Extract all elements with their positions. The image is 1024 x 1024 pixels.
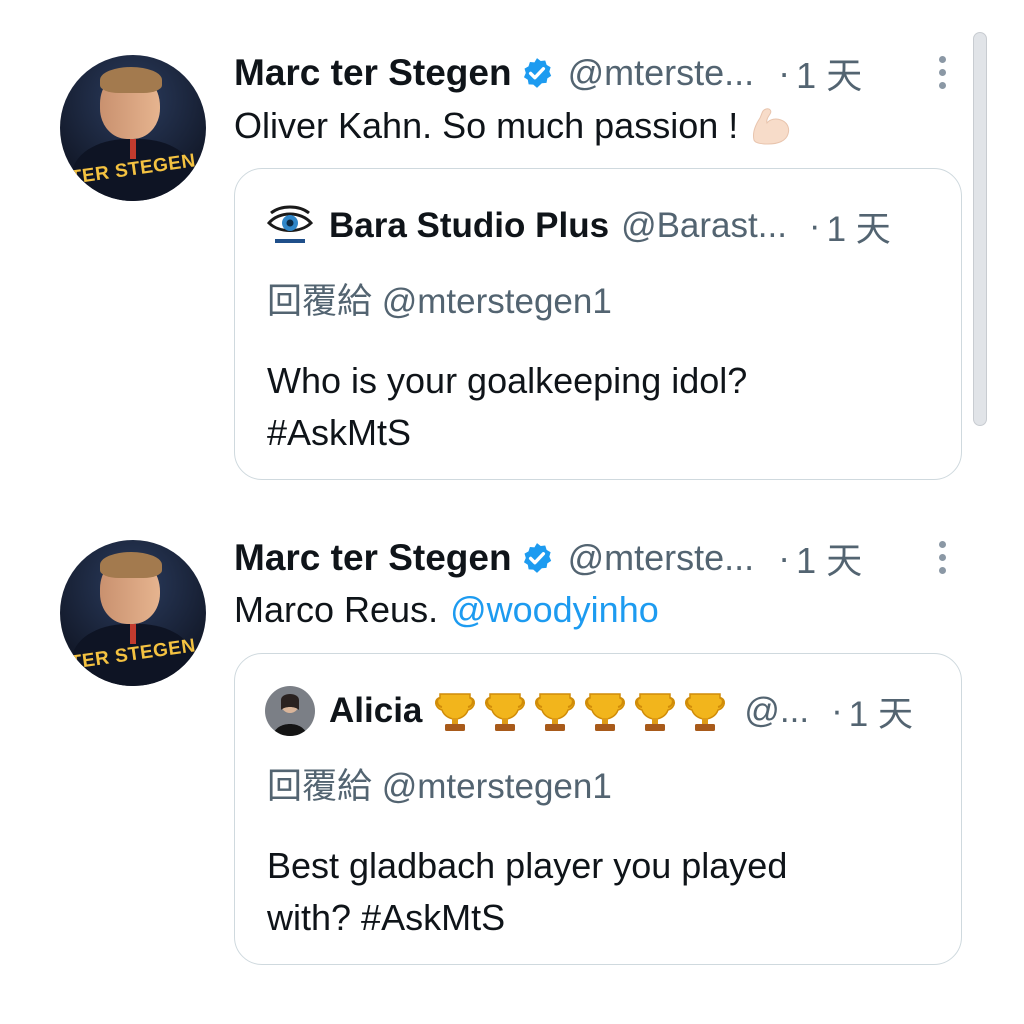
- trophy-emojis: [432, 688, 732, 734]
- author-name[interactable]: Marc ter Stegen: [234, 52, 512, 94]
- quoted-tweet-text: Best gladbach player you played with? #A…: [267, 840, 787, 944]
- separator-dot: ·: [778, 52, 791, 93]
- quoted-text-line: Best gladbach player you played: [267, 845, 788, 886]
- quoted-author-name: Bara Studio Plus: [329, 206, 610, 245]
- trophy-icon: [635, 693, 676, 731]
- author-avatar[interactable]: TER STEGEN: [60, 540, 206, 686]
- author-name[interactable]: Marc ter Stegen: [234, 537, 512, 579]
- quoted-tweet-text: Who is your goalkeeping idol? #AskMtS: [267, 355, 747, 459]
- trophy-icon: [685, 693, 726, 731]
- author-avatar[interactable]: TER STEGEN: [60, 55, 206, 201]
- trophy-icon: [485, 693, 526, 731]
- quoted-timestamp: 1 天: [826, 209, 891, 249]
- tweet-text-content: Oliver Kahn. So much passion !: [234, 105, 739, 146]
- more-options-icon[interactable]: [932, 56, 952, 96]
- verified-badge-icon: [523, 58, 551, 88]
- tweet-text: Marco Reus. @woodyinho: [234, 589, 659, 631]
- quoted-author-avatar: [265, 201, 315, 251]
- quoted-tweet-header: Bara Studio Plus @Barast... · 1 天: [265, 201, 891, 251]
- mention-link[interactable]: @woodyinho: [450, 589, 659, 631]
- flexed-biceps-emoji-icon: [753, 108, 790, 145]
- trophy-icon: [535, 693, 576, 731]
- tweet-header: Marc ter Stegen @mterste... · 1 天: [234, 535, 862, 581]
- tweet-text: Oliver Kahn. So much passion !: [234, 104, 792, 148]
- quoted-author-name: Alicia: [329, 691, 423, 730]
- separator-dot: ·: [778, 537, 791, 578]
- tweet-timestamp[interactable]: 1 天: [796, 532, 862, 584]
- quoted-author-handle: @Barast...: [621, 206, 787, 245]
- quoted-tweet[interactable]: Alicia @... · 1 天 回覆給 @mterstegen1 Best …: [234, 653, 962, 965]
- trophy-icon: [435, 693, 476, 731]
- tweet-header: Marc ter Stegen @mterste... · 1 天: [234, 50, 862, 96]
- trophy-icon: [585, 693, 626, 731]
- quoted-timestamp: 1 天: [848, 694, 913, 734]
- replying-to-label: 回覆給 @mterstegen1: [267, 767, 612, 806]
- tweet-text-content: Marco Reus.: [234, 589, 439, 630]
- quoted-text-line: with? #AskMtS: [267, 897, 506, 938]
- author-handle[interactable]: @mterste...: [568, 52, 755, 94]
- quoted-author-handle: @...: [744, 691, 810, 730]
- more-options-icon[interactable]: [932, 541, 952, 581]
- quoted-text-line: Who is your goalkeeping idol?: [267, 360, 748, 401]
- verified-badge-icon: [523, 543, 551, 573]
- quoted-author-avatar: [265, 686, 315, 736]
- author-handle[interactable]: @mterste...: [568, 537, 755, 579]
- separator-dot: ·: [808, 206, 821, 245]
- quoted-tweet[interactable]: Bara Studio Plus @Barast... · 1 天 回覆給 @m…: [234, 168, 962, 480]
- scrollbar[interactable]: [973, 32, 987, 426]
- replying-to-label: 回覆給 @mterstegen1: [267, 282, 612, 321]
- quoted-text-line: #AskMtS: [267, 412, 412, 453]
- separator-dot: ·: [831, 691, 843, 730]
- tweet-timestamp[interactable]: 1 天: [796, 47, 862, 99]
- quoted-tweet-header: Alicia @... · 1 天: [265, 686, 913, 736]
